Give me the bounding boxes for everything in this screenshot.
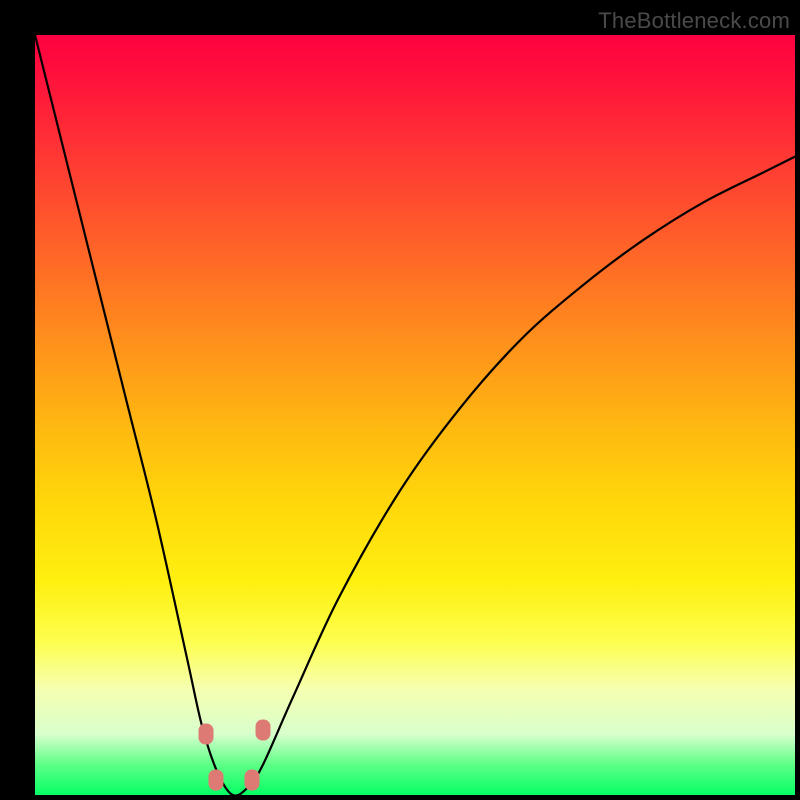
plot-area <box>35 35 795 795</box>
data-marker <box>199 724 214 745</box>
chart-frame: TheBottleneck.com <box>0 0 800 800</box>
data-marker <box>208 769 223 790</box>
watermark-text: TheBottleneck.com <box>598 8 790 34</box>
bottleneck-curve <box>35 35 795 795</box>
data-marker <box>256 720 271 741</box>
data-marker <box>244 769 259 790</box>
